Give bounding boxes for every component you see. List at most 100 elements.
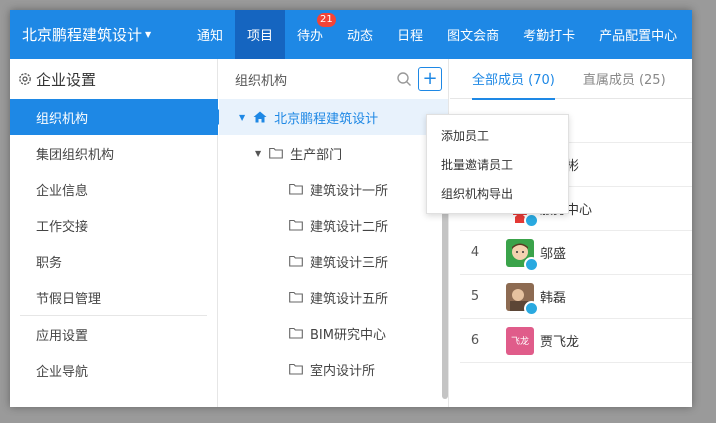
folder-icon [289,255,303,267]
org-tree-panel: 组织机构 + ▼ 北京鹏程建筑设计 ▼ 生产部门 建筑设计一所 建筑设计二所 建… [219,59,449,407]
folder-icon [269,147,284,159]
row-number: 4 [470,245,480,260]
settings-header: 企业设置 [10,59,217,99]
tree-node-child[interactable]: 建筑设计一所 [219,171,448,207]
menu-item-label: 组织机构导出 [441,187,514,201]
top-navbar: 北京鹏程建筑设计 ▼ 通知 项目 待办 21 动态 日程 图文会商 考勤打卡 产… [10,10,692,59]
add-dropdown-menu: 添加员工 批量邀请员工 组织机构导出 [426,114,569,214]
add-button[interactable]: + [418,67,442,91]
nav-label: 产品配置中心 [599,29,678,44]
tree-node-label: 建筑设计二所 [310,219,389,235]
sidebar-item-label: 集团组织机构 [36,147,115,163]
tree-node-child[interactable]: BIM研究中心 [219,315,448,351]
nav-activity[interactable]: 动态 [335,10,385,59]
tree-node-label: 室内设计所 [310,363,376,379]
sidebar-item-label: 职务 [36,255,63,271]
tree-node-label: 建筑设计一所 [310,183,389,199]
nav-consultation[interactable]: 图文会商 [435,10,511,59]
nav-label: 待办 [297,29,324,44]
table-row[interactable]: 6 飞龙 贾飞龙 [460,319,692,363]
tree-node-label: 建筑设计三所 [310,255,389,271]
sidebar-item-label: 企业导航 [36,364,89,380]
home-icon [253,111,267,123]
menu-item-label: 添加员工 [441,129,490,143]
row-number: 5 [470,289,480,304]
folder-icon [289,219,303,231]
sidebar-item-handover[interactable]: 工作交接 [10,207,217,243]
tree-node-label: 北京鹏程建筑设计 [274,111,379,127]
menu-item-label: 批量邀请员工 [441,158,514,172]
tree-node-root[interactable]: ▼ 北京鹏程建筑设计 [219,99,448,135]
member-tabs: 全部成员 (70) 直属成员 (25) [450,59,692,100]
menu-item-batch-invite[interactable]: 批量邀请员工 [427,150,568,179]
sidebar-item-company-nav[interactable]: 企业导航 [10,352,217,388]
settings-title: 企业设置 [36,70,97,89]
folder-icon [289,363,303,375]
menu-item-export-org[interactable]: 组织机构导出 [427,179,568,208]
folder-icon [289,327,303,339]
app-window: 北京鹏程建筑设计 ▼ 通知 项目 待办 21 动态 日程 图文会商 考勤打卡 产… [10,10,692,407]
company-name: 北京鹏程建筑设计 [22,26,143,44]
sidebar-item-label: 企业信息 [36,183,89,199]
sidebar-item-positions[interactable]: 职务 [10,243,217,279]
sidebar-item-group-org[interactable]: 集团组织机构 [10,135,217,171]
nav-label: 项目 [247,29,274,44]
admin-key-icon [524,300,539,316]
nav-product-config[interactable]: 产品配置中心 [587,10,689,59]
settings-sidebar: 企业设置 组织机构 集团组织机构 企业信息 工作交接 职务 节假日管理 应用设置… [10,59,226,407]
nav-todo[interactable]: 待办 21 [285,10,336,59]
tree-node-label: 建筑设计五所 [310,291,389,307]
tree-node-department[interactable]: ▼ 生产部门 [219,135,448,171]
tree-node-child[interactable]: 建筑设计三所 [219,243,448,279]
avatar [506,282,539,316]
table-row[interactable]: 4 邬盛 [460,231,692,275]
sidebar-item-holidays[interactable]: 节假日管理 [10,279,217,315]
sidebar-item-label: 工作交接 [36,219,89,235]
nav-label: 日程 [397,29,424,44]
tree-node-label: 生产部门 [290,147,343,163]
nav-label: 动态 [347,29,374,44]
nav-notifications[interactable]: 通知 [185,10,235,59]
admin-key-icon [524,256,539,272]
main-nav: 通知 项目 待办 21 动态 日程 图文会商 考勤打卡 产品配置中心 [185,10,689,59]
expand-triangle-icon[interactable]: ▼ [255,149,261,158]
member-name[interactable]: 韩磊 [540,287,566,306]
member-name[interactable]: 贾飞龙 [540,331,579,350]
tab-all-members[interactable]: 全部成员 (70) [472,59,555,100]
nav-calendar[interactable]: 日程 [385,10,435,59]
org-tree-title: 组织机构 [235,73,288,89]
nav-label: 图文会商 [447,29,500,44]
org-tree-header: 组织机构 + [219,59,448,99]
gear-icon [18,72,32,86]
tree-node-label: BIM研究中心 [310,327,386,343]
sidebar-item-org-structure[interactable]: 组织机构 [10,99,226,135]
sidebar-item-label: 组织机构 [36,111,89,127]
tab-label: 直属成员 (25) [582,73,666,88]
tree-node-child[interactable]: 建筑设计五所 [219,279,448,315]
menu-item-add-employee[interactable]: 添加员工 [427,121,568,150]
members-panel: 全部成员 (70) 直属成员 (25) 云龙 2 陈艳彬 3 服务中心 4 [450,59,692,407]
folder-icon [289,183,303,195]
avatar [506,238,539,272]
expand-triangle-icon[interactable]: ▼ [239,113,245,122]
sidebar-item-label: 应用设置 [36,328,89,344]
nav-projects[interactable]: 项目 [235,10,286,59]
avatar-initials: 飞龙 [510,337,529,347]
search-icon[interactable] [396,71,412,87]
sidebar-item-app-settings[interactable]: 应用设置 [10,316,217,352]
tree-node-child[interactable]: 建筑设计二所 [219,207,448,243]
tab-direct-members[interactable]: 直属成员 (25) [583,59,666,99]
avatar: 飞龙 [506,326,534,355]
company-switcher[interactable]: 北京鹏程建筑设计 ▼ [10,24,185,45]
nav-attendance[interactable]: 考勤打卡 [511,10,587,59]
folder-icon [289,291,303,303]
tree-node-child[interactable]: 室内设计所 [219,351,448,387]
sidebar-item-label: 节假日管理 [36,291,102,307]
chevron-down-icon: ▼ [145,30,152,39]
sidebar-item-company-info[interactable]: 企业信息 [10,171,217,207]
table-row[interactable]: 5 韩磊 [460,275,692,319]
member-name[interactable]: 邬盛 [540,243,566,262]
admin-key-icon [524,212,539,228]
nav-label: 考勤打卡 [523,29,576,44]
nav-label: 通知 [197,29,224,44]
